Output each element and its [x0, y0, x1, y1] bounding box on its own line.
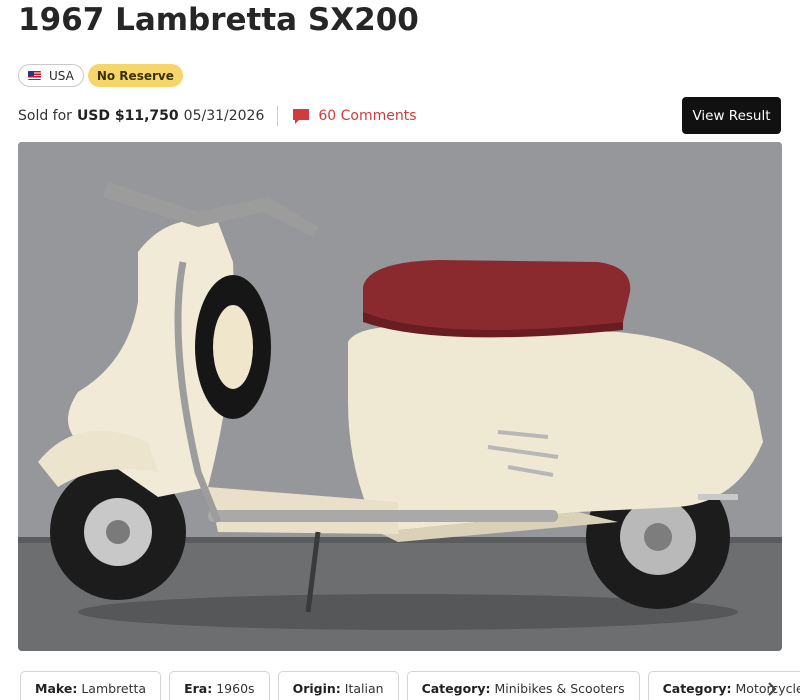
chip-origin[interactable]: Origin: Italian — [277, 671, 399, 700]
scooter-image — [18, 142, 782, 651]
no-reserve-badge: No Reserve — [87, 64, 183, 87]
chip-category-minibikes[interactable]: Category: Minibikes & Scooters — [406, 671, 640, 700]
us-flag-icon — [28, 71, 41, 80]
chip-value: Lambretta — [81, 681, 147, 696]
listing-title: 1967 Lambretta SX200 — [18, 2, 419, 38]
chip-make[interactable]: Make: Lambretta — [20, 671, 162, 700]
listing-badges: USA No Reserve — [18, 64, 183, 87]
comment-icon — [293, 108, 310, 124]
chip-value: Minibikes & Scooters — [494, 681, 625, 696]
scroll-right-button[interactable] — [764, 680, 780, 698]
country-label: USA — [49, 68, 74, 83]
chip-key: Make: — [35, 681, 78, 696]
attribute-chips: Make: Lambretta Era: 1960s Origin: Itali… — [20, 671, 800, 700]
chip-key: Era: — [184, 681, 213, 696]
sold-info: Sold for USD $11,750 05/31/2026 60 Comme… — [18, 105, 417, 127]
comments-link[interactable]: 60 Comments — [292, 108, 417, 125]
chip-era[interactable]: Era: 1960s — [169, 671, 270, 700]
divider — [277, 106, 279, 126]
chevron-right-icon — [768, 682, 777, 696]
sold-label: Sold for — [18, 108, 72, 124]
chip-key: Category: — [662, 681, 732, 696]
sold-date: 05/31/2026 — [183, 108, 265, 124]
comments-count: 60 Comments — [318, 108, 417, 124]
chip-key: Category: — [421, 681, 491, 696]
chip-value: Italian — [344, 681, 384, 696]
chip-key: Origin: — [292, 681, 341, 696]
listing-photo[interactable] — [18, 142, 782, 651]
view-result-button[interactable]: View Result — [682, 97, 781, 134]
sold-price: USD $11,750 — [76, 108, 179, 124]
country-badge[interactable]: USA — [18, 64, 84, 87]
chip-value: 1960s — [216, 681, 255, 696]
